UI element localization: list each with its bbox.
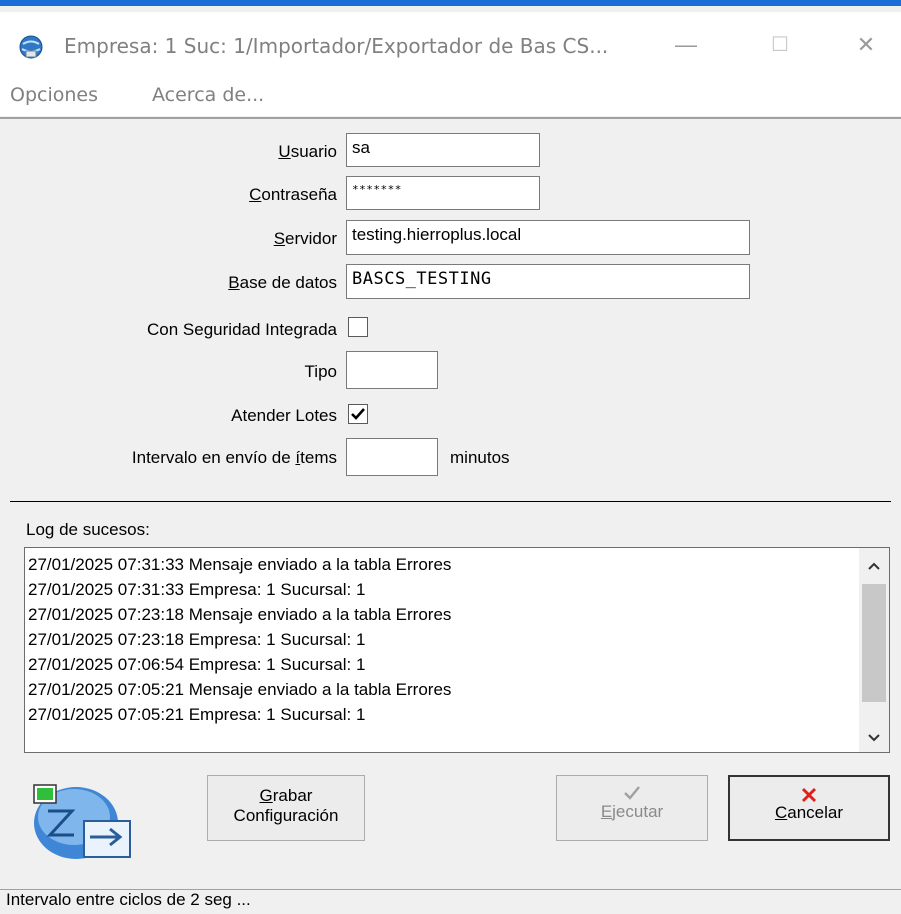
grabar-configuracion-button[interactable]: Grabar Configuración [207,775,365,841]
servidor-input[interactable]: testing.hierroplus.local [346,220,750,255]
menu-opciones[interactable]: Opciones [10,84,98,106]
password-input[interactable]: ******* [346,176,540,210]
import-export-logo-icon [33,784,131,859]
intervalo-input[interactable] [346,438,438,476]
log-line: 27/01/2025 07:23:18 Empresa: 1 Sucursal:… [28,630,366,649]
servidor-label: Servidor [273,229,337,248]
cancelar-button[interactable]: Cancelar [728,775,890,841]
log-listbox[interactable]: 27/01/2025 07:31:33 Mensaje enviado a la… [24,547,890,753]
tipo-label: Tipo [304,362,337,381]
grabar-line2: Configuración [233,806,339,825]
separator-line [10,501,891,502]
log-line: 27/01/2025 07:31:33 Mensaje enviado a la… [28,555,452,574]
seguridad-integrada-label: Con Seguridad Integrada [147,320,337,339]
log-label: Log de sucesos: [26,520,150,539]
seguridad-integrada-checkbox[interactable] [348,317,368,337]
status-bar: Intervalo entre ciclos de 2 seg ... [0,889,901,914]
window-title: Empresa: 1 Suc: 1/Importador/Exportador … [64,34,609,58]
check-icon [624,786,640,800]
app-globe-icon [19,35,43,59]
scroll-down-icon[interactable] [859,724,889,750]
minimize-button[interactable]: — [656,28,716,62]
atender-lotes-label: Atender Lotes [231,406,337,425]
atender-lotes-checkbox[interactable] [348,404,368,424]
close-button[interactable]: ✕ [836,28,896,62]
ejecutar-button[interactable]: Ejecutar [556,775,708,841]
form-client-area: Usuario sa Contraseña ******* Servidor t… [0,117,901,914]
scrollbar-thumb[interactable] [862,584,886,702]
application-window: Empresa: 1 Suc: 1/Importador/Exportador … [0,0,901,914]
menu-acerca-de[interactable]: Acerca de... [152,84,264,106]
base-datos-label: Base de datos [228,273,337,292]
log-line: 27/01/2025 07:23:18 Mensaje enviado a la… [28,605,452,624]
contrasena-label: Contraseña [249,185,337,204]
base-datos-input[interactable]: BASCS_TESTING [346,264,750,299]
scroll-up-icon[interactable] [859,552,889,578]
log-line: 27/01/2025 07:31:33 Empresa: 1 Sucursal:… [28,580,366,599]
menu-bar: Opciones Acerca de... [0,78,901,116]
checkmark-icon [351,408,365,420]
title-bar[interactable]: Empresa: 1 Suc: 1/Importador/Exportador … [0,12,901,84]
log-line: 27/01/2025 07:06:54 Empresa: 1 Sucursal:… [28,655,366,674]
log-line: 27/01/2025 07:05:21 Mensaje enviado a la… [28,680,452,699]
usuario-input[interactable]: sa [346,133,540,167]
log-line: 27/01/2025 07:05:21 Empresa: 1 Sucursal:… [28,705,366,724]
tipo-input[interactable] [346,351,438,389]
usuario-label: Usuario [278,142,337,161]
log-scrollbar[interactable] [859,548,889,752]
intervalo-label: Intervalo en envío de ítems [131,448,337,467]
cancel-x-icon [801,787,817,803]
minutos-label: minutos [450,448,510,467]
maximize-button[interactable]: ☐ [750,28,810,62]
